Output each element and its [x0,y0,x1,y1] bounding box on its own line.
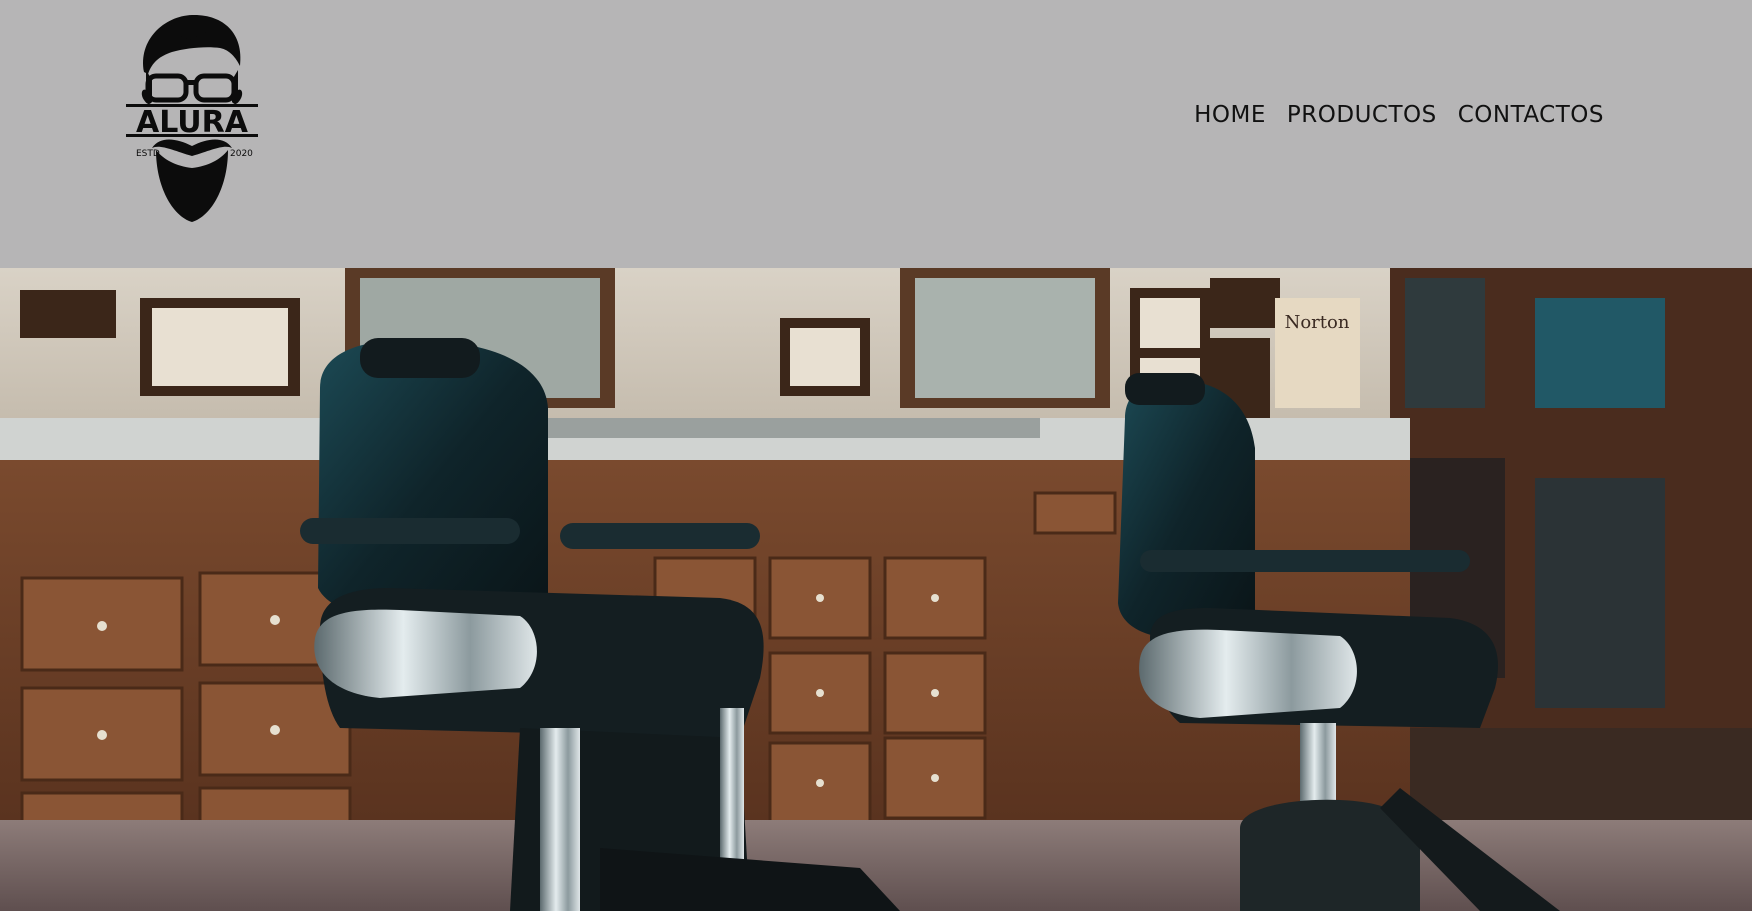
logo-year-text: 2020 [230,149,253,159]
nav-home-link[interactable]: HOME [1194,100,1266,130]
nav-contactos-link[interactable]: CONTACTOS [1458,100,1604,130]
hero-banner-image: Norton [0,268,1752,911]
nav-productos-link[interactable]: PRODUCTOS [1287,100,1437,130]
norton-sign-text: Norton [1285,312,1350,333]
logo-brand-text: ALURA [136,105,249,140]
bearded-man-glasses-logo-icon: ALURA ESTD 2020 [126,14,258,222]
alura-logo[interactable]: ALURA ESTD 2020 [126,10,258,230]
barbershop-photo: Norton [0,268,1752,911]
site-header: ALURA ESTD 2020 HOME PRODUCTOS CONTACTOS [0,0,1752,268]
main-nav: HOME PRODUCTOS CONTACTOS [1194,100,1604,130]
